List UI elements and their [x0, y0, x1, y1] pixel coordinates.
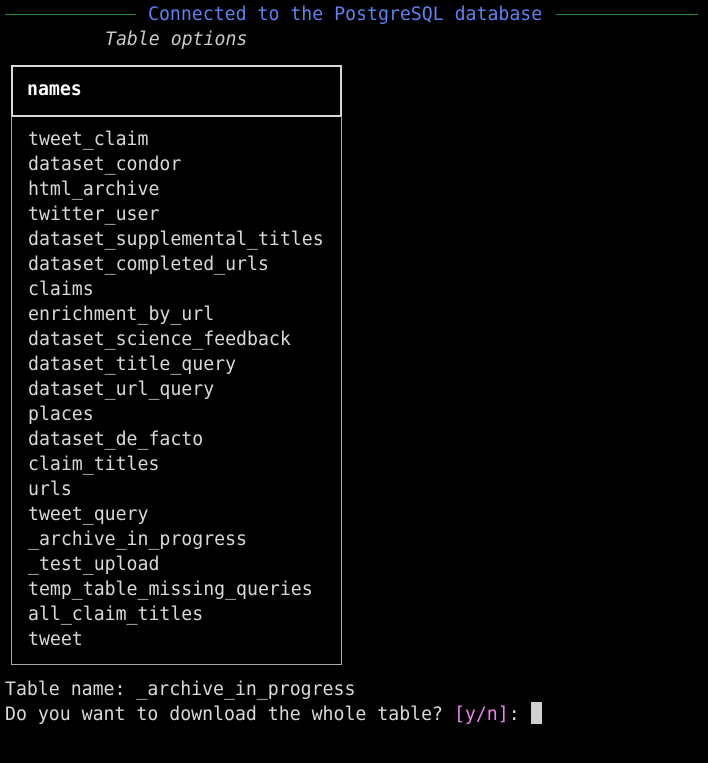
connection-title: Connected to the PostgreSQL database [148, 4, 543, 25]
prompt-suffix: : [508, 704, 531, 725]
column-header-names: names [27, 79, 82, 100]
table-row: urls [28, 479, 72, 500]
table-row: twitter_user [28, 204, 160, 225]
table-row: tweet [28, 629, 83, 650]
table-row: _archive_in_progress [28, 529, 247, 550]
header-rule-left [5, 14, 136, 15]
table-row: temp_table_missing_queries [28, 579, 313, 600]
table-name-line: Table name: _archive_in_progress [5, 679, 356, 700]
table-options-subtitle: Table options [105, 29, 248, 50]
table-row: claims [28, 279, 94, 300]
table-row: places [28, 404, 94, 425]
table-row: dataset_url_query [28, 379, 215, 400]
table-body: tweet_claim dataset_condor html_archivetwi… [11, 116, 342, 665]
table-header: names [11, 65, 342, 117]
header-rule-right [556, 14, 698, 15]
terminal-cursor[interactable] [530, 702, 542, 724]
table-row: all_claim_titles [28, 604, 204, 625]
table-row: dataset_supplemental_titles [28, 229, 324, 250]
table-row: dataset_title_query [28, 354, 237, 375]
table-rows: tweet_claim dataset_condor html_archivetwi… [28, 127, 324, 652]
table-row: dataset_condor [28, 154, 182, 175]
download-prompt[interactable]: Do you want to download the whole table?… [5, 702, 542, 727]
table-row: enrichment_by_url [28, 304, 215, 325]
prompt-options: [y/n] [453, 704, 509, 725]
table-row: dataset_science_feedback [28, 329, 291, 350]
table-row: tweet_query [28, 504, 149, 525]
prompt-question: Do you want to download the whole table? [5, 704, 454, 725]
table-row: _test_upload [28, 554, 160, 575]
table-row: tweet_claim [28, 129, 149, 150]
table-row: dataset_de_facto [28, 429, 204, 450]
table-row: html_archive [28, 179, 160, 200]
table-row: claim_titles [28, 454, 160, 475]
table-row: dataset_completed_urls [28, 254, 269, 275]
